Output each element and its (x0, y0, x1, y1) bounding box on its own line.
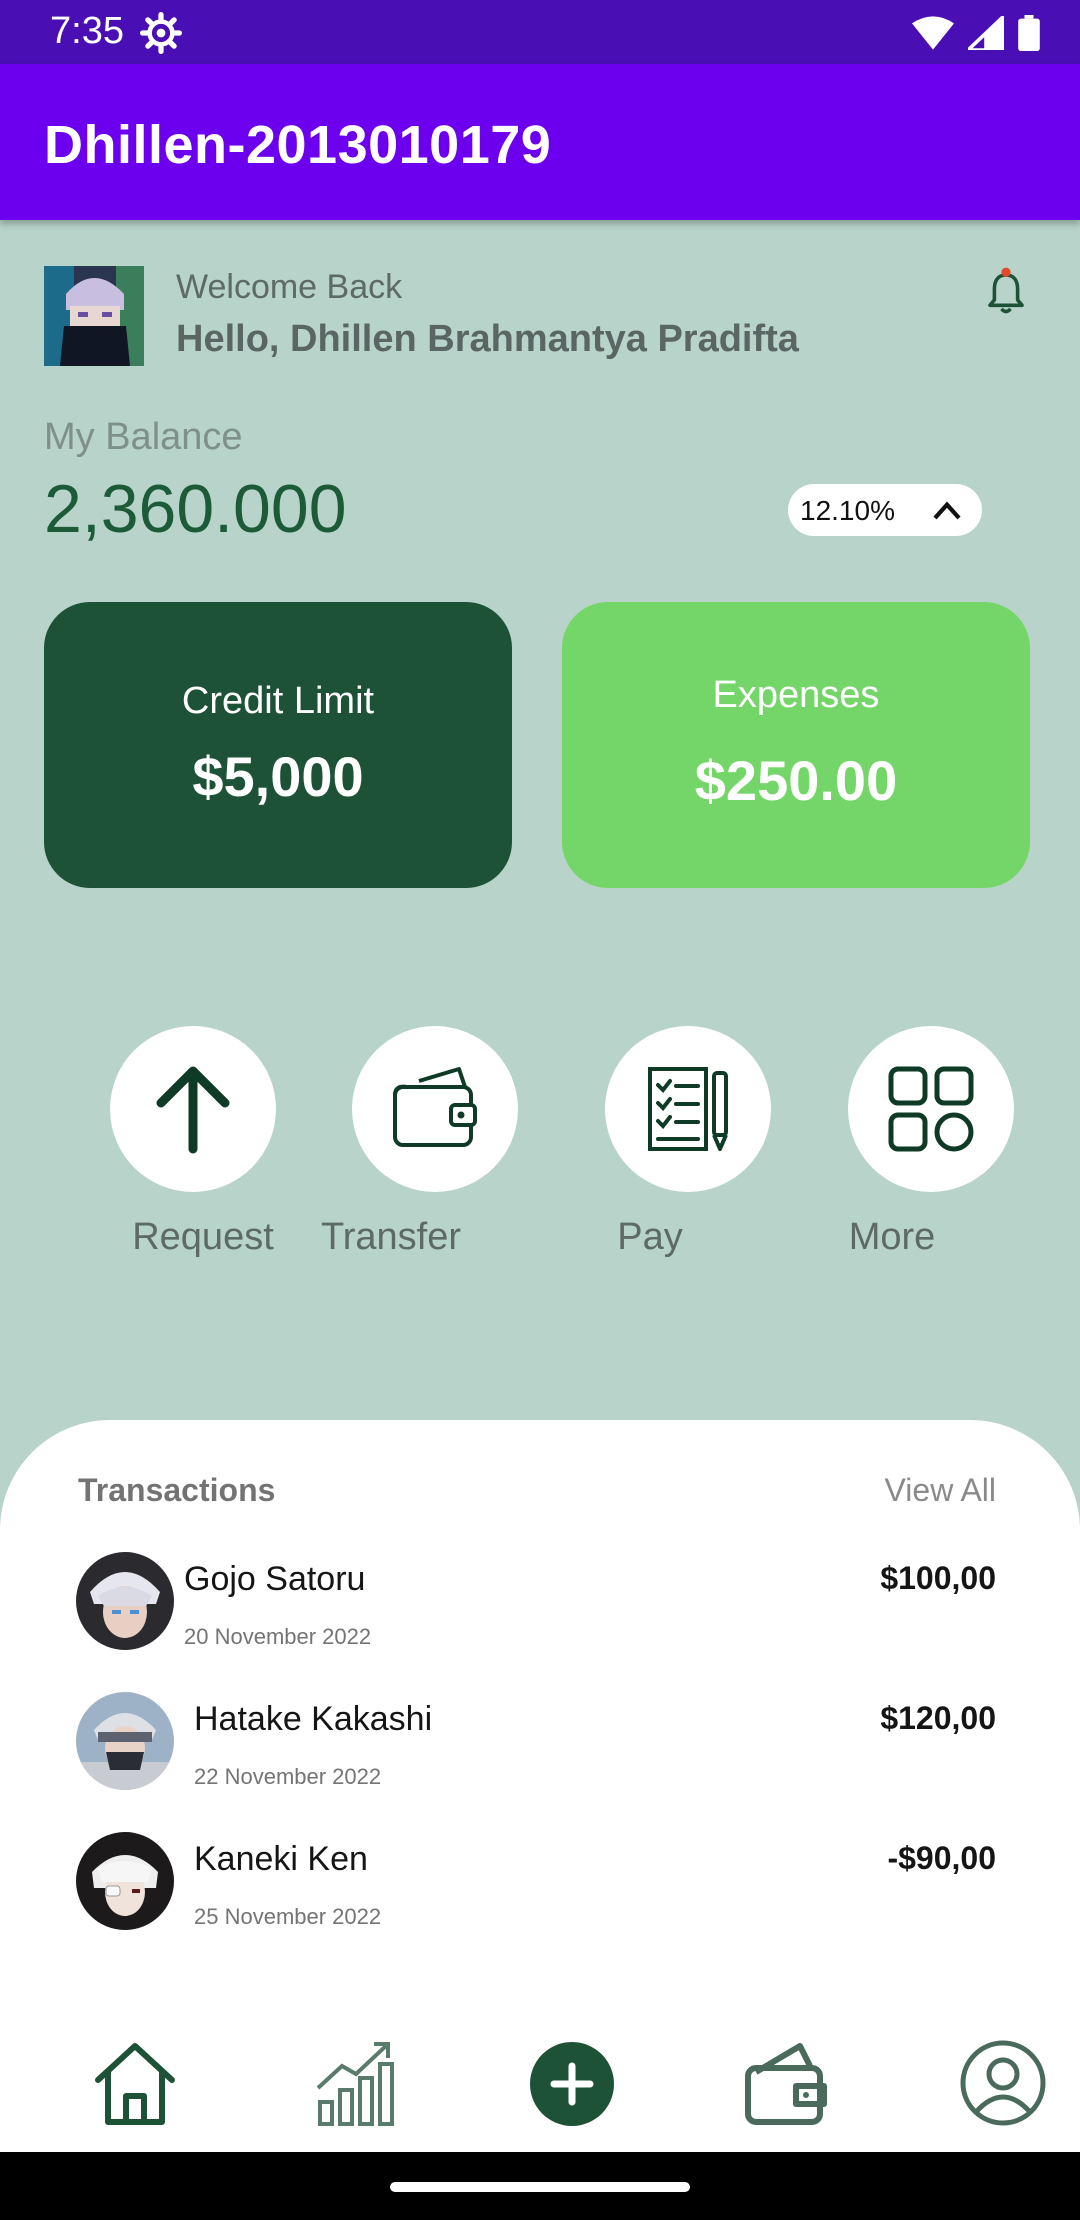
transaction-amount: $120,00 (880, 1700, 996, 1736)
transfer-button[interactable] (352, 1026, 518, 1192)
battery-icon (1018, 15, 1040, 51)
view-all-link[interactable]: View All (885, 1472, 996, 1509)
transaction-date: 25 November 2022 (194, 1904, 382, 1929)
transactions-title: Transactions (78, 1472, 276, 1508)
transaction-row[interactable]: Hatake Kakashi 22 November 2022 $120,00 (0, 1692, 1080, 1812)
home-icon[interactable] (90, 2038, 180, 2128)
pay-button[interactable] (605, 1026, 771, 1192)
chevron-up-icon (933, 501, 961, 520)
credit-limit-card[interactable]: Credit Limit $5,000 (44, 602, 512, 888)
status-bar: 7:35 (0, 0, 1080, 64)
wallet-icon (393, 1067, 477, 1147)
expenses-card[interactable]: Expenses $250.00 (562, 602, 1030, 888)
grid-icon (888, 1066, 974, 1152)
arrow-up-icon (156, 1066, 230, 1154)
balance-change-percent: 12.10% (800, 495, 895, 526)
avatar (76, 1832, 174, 1930)
avatar (76, 1692, 174, 1790)
balance-value: 2,360.000 (44, 471, 347, 547)
user-avatar[interactable] (44, 266, 144, 366)
transaction-row[interactable]: Kaneki Ken 25 November 2022 -$90,00 (0, 1832, 1080, 1952)
checklist-icon (648, 1067, 728, 1151)
credit-limit-value: $5,000 (192, 745, 364, 808)
expenses-value: $250.00 (694, 749, 898, 812)
app-bar: Dhillen-2013010179 (0, 64, 1080, 220)
home-gesture-pill[interactable] (390, 2182, 690, 2192)
welcome-text: Welcome Back (176, 268, 403, 306)
status-icons (912, 14, 1040, 52)
transaction-name: Kaneki Ken (194, 1840, 368, 1878)
wallet-icon[interactable] (742, 2038, 832, 2128)
greeting-text: Hello, Dhillen Brahmantya Pradifta (176, 318, 799, 360)
expenses-label: Expenses (712, 674, 880, 716)
status-time: 7:35 (50, 10, 124, 52)
bottom-nav (0, 2010, 1080, 2150)
balance-change-chip[interactable]: 12.10% (788, 484, 982, 536)
add-button[interactable] (530, 2042, 614, 2126)
avatar (76, 1552, 174, 1650)
system-nav-bar (0, 2152, 1080, 2220)
more-button[interactable] (848, 1026, 1014, 1192)
transaction-date: 20 November 2022 (184, 1624, 372, 1649)
notification-bell-icon[interactable] (984, 266, 1028, 316)
profile-icon[interactable] (958, 2038, 1048, 2128)
transfer-label: Transfer (320, 1216, 462, 1258)
chart-icon[interactable] (312, 2038, 402, 2128)
transaction-amount: -$90,00 (887, 1840, 996, 1876)
app-title: Dhillen-2013010179 (44, 115, 552, 175)
transaction-amount: $100,00 (880, 1560, 996, 1596)
request-button[interactable] (110, 1026, 276, 1192)
transaction-row[interactable]: Gojo Satoru 20 November 2022 $100,00 (0, 1552, 1080, 1672)
settings-gear-icon (140, 12, 182, 54)
request-label: Request (132, 1216, 274, 1258)
add-icon (550, 2062, 594, 2106)
transaction-name: Hatake Kakashi (194, 1700, 433, 1738)
more-label: More (848, 1216, 936, 1258)
transaction-date: 22 November 2022 (194, 1764, 382, 1789)
transaction-name: Gojo Satoru (184, 1560, 366, 1598)
credit-limit-label: Credit Limit (181, 680, 375, 722)
wifi-icon (912, 16, 954, 50)
balance-label: My Balance (44, 416, 243, 458)
signal-icon (968, 16, 1004, 50)
pay-label: Pay (617, 1216, 683, 1258)
